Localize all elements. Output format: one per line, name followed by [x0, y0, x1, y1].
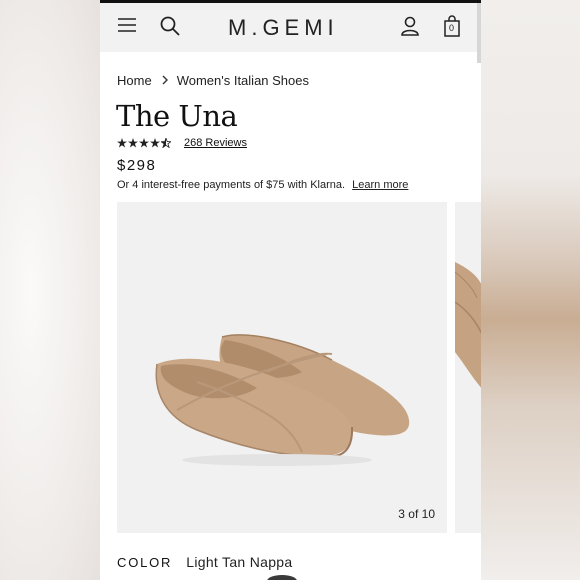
star-icon — [117, 138, 127, 148]
next-product-image-peek[interactable] — [455, 202, 481, 533]
shoe-illustration — [155, 334, 410, 466]
shopping-bag-icon[interactable]: 0 — [444, 15, 460, 37]
color-selector: COLOR Light Tan Nappa — [117, 554, 292, 570]
color-label: COLOR — [117, 555, 173, 570]
color-swatch[interactable] — [267, 575, 297, 580]
color-value: Light Tan Nappa — [186, 554, 293, 570]
brand-logo[interactable]: M.GEMI — [228, 15, 339, 41]
product-rating: 268 Reviews — [117, 137, 247, 149]
chevron-right-icon — [162, 73, 169, 88]
breadcrumb-category-link[interactable]: Women's Italian Shoes — [177, 73, 309, 88]
product-image[interactable]: 3 of 10 — [117, 202, 447, 533]
rating-stars — [117, 138, 171, 148]
klarna-learn-more-link[interactable]: Learn more — [352, 179, 408, 191]
image-counter: 3 of 10 — [398, 507, 435, 521]
klarna-installments: Or 4 interest-free payments of $75 with … — [117, 179, 408, 191]
product-price: $298 — [117, 157, 157, 174]
breadcrumb: Home Women's Italian Shoes — [117, 73, 309, 88]
shoe-illustration-peek — [455, 262, 481, 388]
blurred-backdrop-right — [480, 0, 580, 580]
user-icon[interactable] — [401, 16, 419, 36]
star-icon — [128, 138, 138, 148]
hamburger-menu-icon[interactable] — [118, 17, 136, 33]
klarna-text: Or 4 interest-free payments of $75 with … — [117, 179, 346, 191]
blurred-backdrop-left — [0, 0, 100, 580]
breadcrumb-home-link[interactable]: Home — [117, 73, 152, 88]
star-icon — [139, 138, 149, 148]
cart-count: 0 — [449, 23, 455, 33]
search-icon[interactable] — [160, 16, 180, 36]
site-header: M.GEMI 0 — [100, 3, 481, 52]
star-icon — [150, 138, 160, 148]
product-title: The Una — [116, 99, 238, 133]
scrollbar[interactable] — [477, 3, 481, 63]
half-star-icon — [161, 138, 171, 148]
reviews-link[interactable]: 268 Reviews — [184, 137, 247, 149]
phone-screen: M.GEMI 0 Home Women's Italian Shoes The … — [100, 0, 481, 580]
